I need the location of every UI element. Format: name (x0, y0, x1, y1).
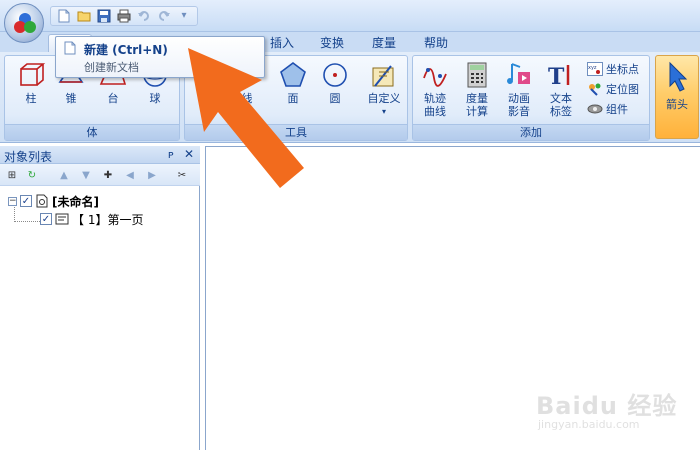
move-right-icon[interactable]: ▶ (144, 167, 160, 183)
root-checkbox[interactable]: ✓ (20, 195, 32, 207)
svg-text:T: T (548, 64, 565, 90)
page-icon (55, 213, 69, 225)
circle-icon (323, 63, 347, 87)
measure-calc-button[interactable]: 度量 计算 (459, 60, 495, 118)
tree-root-label: [未命名] (52, 194, 99, 209)
watermark-url: jingyan.baidu.com (538, 418, 640, 431)
coordinate-point-icon: xyz (587, 62, 603, 76)
app-menu-button[interactable] (4, 3, 44, 43)
coordinate-point-button[interactable]: xyz 坐标点 (587, 60, 639, 78)
trace-curve-button[interactable]: 轨迹 曲线 (417, 60, 453, 118)
locate-map-button[interactable]: 定位图 (587, 80, 639, 98)
custom-dropdown-icon: ▾ (381, 107, 386, 116)
save-icon[interactable] (96, 8, 112, 24)
quick-access-toolbar: ▾ (50, 6, 198, 26)
page-checkbox[interactable]: ✓ (40, 213, 52, 225)
trace-curve-icon (423, 68, 447, 87)
panel-title: 对象列表 (4, 150, 53, 164)
tree-row-page[interactable]: ✓ 【 1】第一页 (40, 210, 143, 228)
app-logo-icon (14, 13, 36, 33)
component-button[interactable]: 组件 (587, 100, 628, 118)
media-icon (507, 63, 530, 84)
refresh-icon[interactable]: ↻ (24, 167, 40, 183)
tab-measure[interactable]: 度量 (364, 34, 404, 52)
locate-map-icon (589, 83, 601, 96)
panel-toolbar: ⊞ ↻ ▲ ▼ ✚ ◀ ▶ ✂ (0, 164, 200, 186)
undo-icon[interactable] (136, 8, 152, 24)
tree-connector (14, 221, 40, 222)
tree-page-label: 【 1】第一页 (72, 212, 144, 227)
open-folder-icon[interactable] (76, 8, 92, 24)
svg-text:xyz: xyz (588, 65, 597, 71)
orange-pointer-arrow (188, 48, 304, 188)
tab-help[interactable]: 帮助 (416, 34, 456, 52)
customize-icon[interactable]: ▾ (176, 8, 192, 24)
custom-tool-icon (372, 65, 394, 87)
title-bar: ▾ (0, 0, 700, 32)
move-up-icon[interactable]: ▲ (56, 167, 72, 183)
cylinder-icon (20, 63, 46, 86)
new-doc-icon[interactable] (56, 8, 72, 24)
group-label-body: 体 (5, 124, 179, 140)
pin-icon[interactable]: ᴘ (168, 148, 174, 161)
new-command-label: 新建 (Ctrl+N) (84, 43, 168, 57)
expand-all-icon[interactable]: ⊞ (4, 167, 20, 183)
redo-icon[interactable] (156, 8, 172, 24)
cylinder-button[interactable]: 柱 (13, 60, 49, 105)
custom-button[interactable]: 自定义 ▾ (363, 60, 405, 118)
circle-button[interactable]: 圆 (317, 60, 353, 105)
text-label-icon: T (548, 64, 570, 90)
arrow-tool-button[interactable]: 箭头 (655, 55, 699, 139)
watermark-brand: Baidu 经验 (536, 392, 678, 420)
add-icon[interactable]: ✚ (100, 167, 116, 183)
print-icon[interactable] (116, 8, 132, 24)
document-icon (36, 194, 48, 208)
move-down-icon[interactable]: ▼ (78, 167, 94, 183)
text-label-button[interactable]: T 文本 标签 (543, 60, 579, 118)
collapse-icon[interactable]: − (8, 196, 17, 206)
move-left-icon[interactable]: ◀ (122, 167, 138, 183)
object-list-panel: 对象列表 ᴘ ✕ ⊞ ↻ ▲ ▼ ✚ ◀ ▶ ✂ − ✓ [未命名] ✓ 【 1… (0, 146, 200, 450)
tree-row-root[interactable]: − ✓ [未命名] (8, 192, 99, 210)
new-doc-icon (64, 41, 76, 55)
baidu-watermark: Baidu 经验 jingyan.baidu.com (536, 378, 696, 438)
new-command-description: 创建新文档 (84, 61, 139, 74)
calculator-icon (467, 62, 487, 88)
animation-media-button[interactable]: 动画 影音 (501, 60, 537, 118)
ribbon-group-add: 轨迹 曲线 度量 计算 动画 影音 T 文本 标签 xyz 坐标点 定位图 组件… (412, 55, 650, 141)
pointer-arrow-icon (669, 61, 688, 92)
component-icon (587, 104, 603, 114)
group-label-add: 添加 (413, 124, 649, 140)
panel-header: 对象列表 ᴘ ✕ (0, 146, 200, 164)
